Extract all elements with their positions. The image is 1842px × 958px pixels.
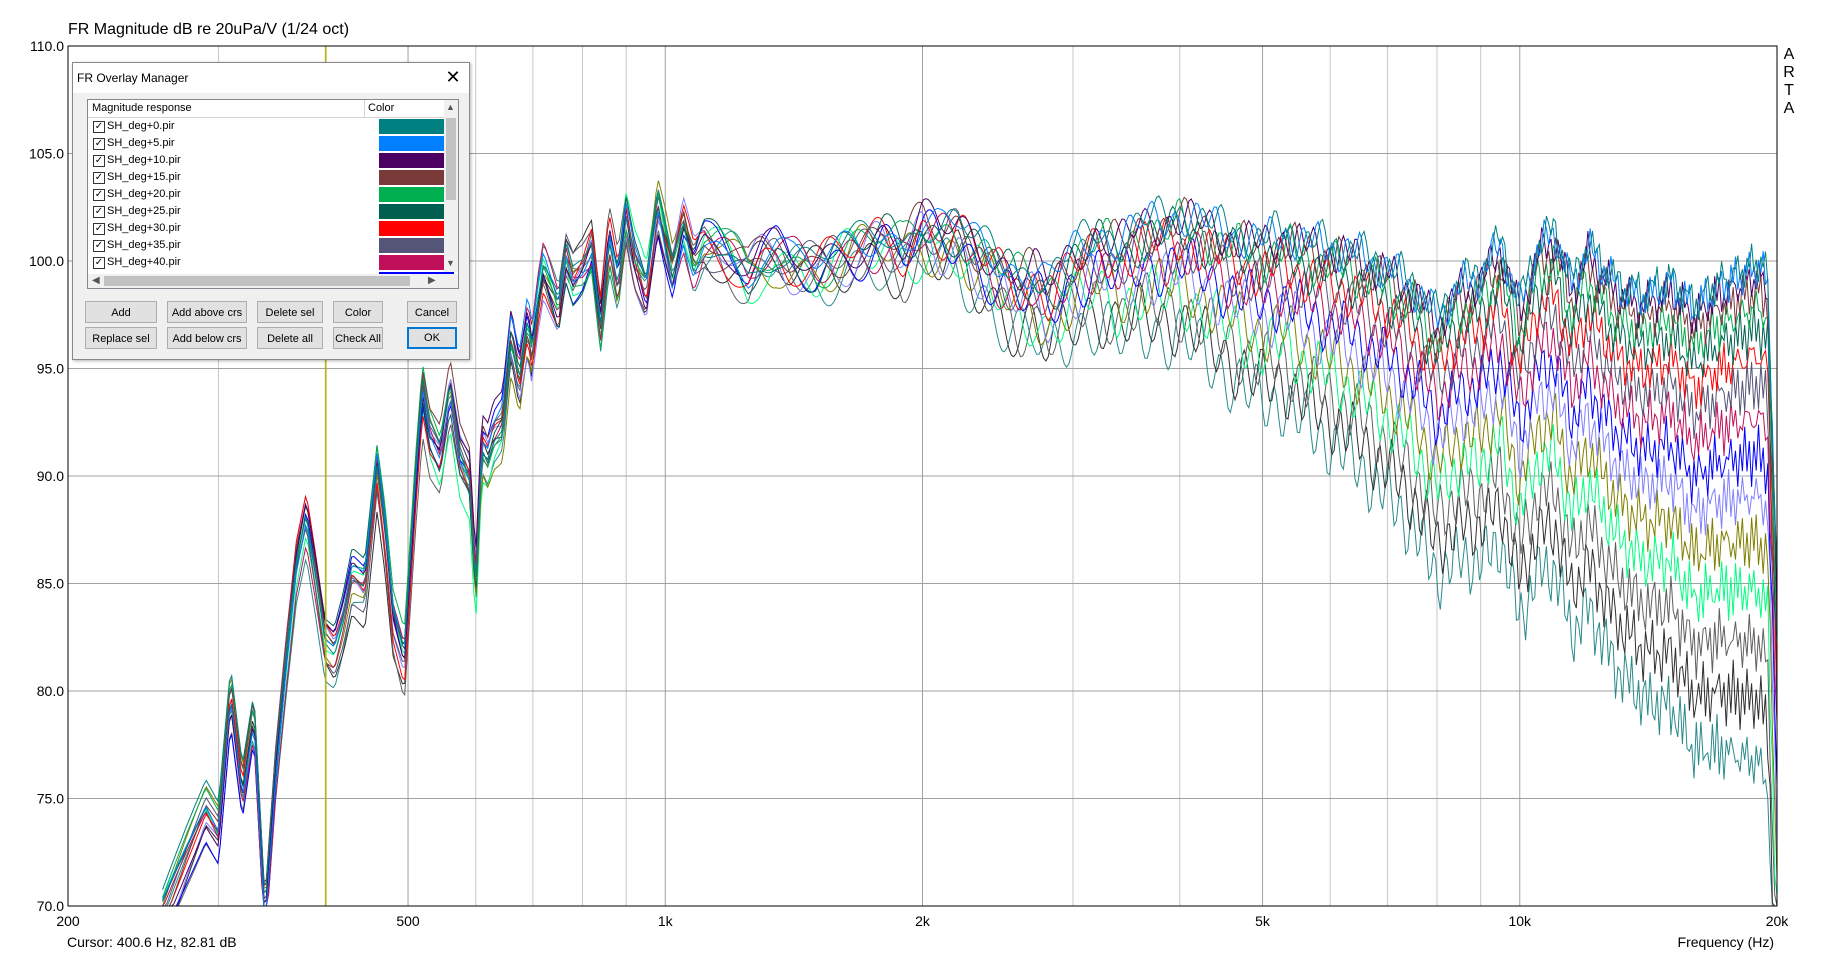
item-label: SH_deg+10.pir bbox=[107, 154, 181, 166]
y-tick-label: 100.0 bbox=[29, 253, 64, 269]
item-checkbox[interactable]: ✓ bbox=[93, 189, 105, 201]
brand-letter: A bbox=[1783, 46, 1795, 63]
y-tick-label: 80.0 bbox=[37, 683, 64, 699]
x-tick-label: 5k bbox=[1255, 913, 1271, 929]
overlay-list-item[interactable]: ✓ SH_deg+30.pir bbox=[88, 220, 454, 237]
add-below-cursor-button[interactable]: Add below crs bbox=[167, 327, 247, 349]
overlay-list-item[interactable]: ✓ SH_deg+15.pir bbox=[88, 169, 454, 186]
dialog-title-bar[interactable]: FR Overlay Manager ✕ bbox=[73, 63, 469, 93]
close-icon[interactable]: ✕ bbox=[443, 67, 463, 87]
item-checkbox[interactable]: ✓ bbox=[93, 155, 105, 167]
overlay-list-item[interactable]: ✓ SH_deg+25.pir bbox=[88, 203, 454, 220]
item-label: SH_deg+15.pir bbox=[107, 171, 181, 183]
item-label: SH_deg+5.pir bbox=[107, 137, 175, 149]
x-tick-label: 1k bbox=[658, 913, 674, 929]
scroll-right-icon[interactable]: ▶ bbox=[428, 275, 436, 286]
vertical-scrollbar[interactable]: ▲ ▼ bbox=[444, 100, 458, 272]
item-color-swatch[interactable] bbox=[379, 119, 454, 134]
delete-selected-button[interactable]: Delete sel bbox=[257, 301, 323, 323]
item-label: SH_deg+40.pir bbox=[107, 256, 181, 268]
item-checkbox[interactable]: ✓ bbox=[93, 138, 105, 150]
overlay-list-item[interactable]: ✓ SH_deg+5.pir bbox=[88, 135, 454, 152]
item-label: SH_deg+20.pir bbox=[107, 188, 181, 200]
overlay-list[interactable]: Magnitude response Color ✓ SH_deg+0.pir ✓ S… bbox=[87, 99, 459, 289]
cancel-button[interactable]: Cancel bbox=[407, 301, 457, 323]
overlay-manager-dialog[interactable]: FR Overlay Manager ✕ Magnitude response … bbox=[72, 62, 470, 360]
item-label: SH_deg+0.pir bbox=[107, 120, 175, 132]
overlay-list-item[interactable]: ✓ SH_deg+40.pir bbox=[88, 254, 454, 271]
add-button[interactable]: Add bbox=[85, 301, 157, 323]
x-tick-label: 200 bbox=[56, 913, 80, 929]
replace-selected-button[interactable]: Replace sel bbox=[85, 327, 157, 349]
brand-letter: R bbox=[1783, 64, 1795, 81]
column-header-color[interactable]: Color bbox=[368, 102, 394, 114]
brand-letter: A bbox=[1783, 100, 1795, 117]
x-axis-label: Frequency (Hz) bbox=[1677, 934, 1774, 950]
scroll-down-icon[interactable]: ▼ bbox=[446, 258, 455, 268]
ok-button[interactable]: OK bbox=[407, 327, 457, 349]
cursor-readout: Cursor: 400.6 Hz, 82.81 dB bbox=[67, 934, 237, 950]
y-tick-label: 70.0 bbox=[37, 898, 64, 914]
brand-letter: T bbox=[1784, 82, 1794, 99]
item-color-swatch[interactable] bbox=[379, 153, 454, 168]
item-label: SH_deg+35.pir bbox=[107, 239, 181, 251]
item-checkbox[interactable]: ✓ bbox=[93, 172, 105, 184]
y-tick-label: 95.0 bbox=[37, 361, 64, 377]
x-tick-label: 2k bbox=[915, 913, 931, 929]
y-tick-label: 90.0 bbox=[37, 468, 64, 484]
check-all-button[interactable]: Check All bbox=[333, 327, 383, 349]
item-label: SH_deg+30.pir bbox=[107, 222, 181, 234]
item-color-swatch[interactable] bbox=[379, 204, 454, 219]
add-above-cursor-button[interactable]: Add above crs bbox=[167, 301, 247, 323]
item-color-swatch[interactable] bbox=[379, 221, 454, 236]
item-color-swatch[interactable] bbox=[379, 255, 454, 270]
item-label: SH_deg+25.pir bbox=[107, 205, 181, 217]
y-tick-label: 105.0 bbox=[29, 146, 64, 162]
item-checkbox[interactable]: ✓ bbox=[93, 223, 105, 235]
item-color-swatch[interactable] bbox=[379, 187, 454, 202]
item-checkbox[interactable]: ✓ bbox=[93, 121, 105, 133]
x-tick-label: 20k bbox=[1766, 913, 1790, 929]
overlay-list-item[interactable]: ✓ SH_deg+20.pir bbox=[88, 186, 454, 203]
delete-all-button[interactable]: Delete all bbox=[257, 327, 323, 349]
overlay-list-item[interactable]: ✓ SH_deg+35.pir bbox=[88, 237, 454, 254]
item-color-swatch[interactable] bbox=[379, 136, 454, 151]
horizontal-scrollbar[interactable]: ◀ ▶ bbox=[88, 274, 458, 288]
overlay-list-item[interactable]: ✓ SH_deg+0.pir bbox=[88, 118, 454, 135]
overlay-list-item[interactable]: ✓ SH_deg+10.pir bbox=[88, 152, 454, 169]
item-checkbox[interactable]: ✓ bbox=[93, 240, 105, 252]
scroll-left-icon[interactable]: ◀ bbox=[92, 275, 100, 286]
x-tick-label: 500 bbox=[396, 913, 420, 929]
item-color-swatch[interactable] bbox=[379, 238, 454, 253]
list-header: Magnitude response Color bbox=[88, 100, 444, 118]
chart-title: FR Magnitude dB re 20uPa/V (1/24 oct) bbox=[68, 21, 350, 38]
vertical-scroll-thumb[interactable] bbox=[446, 118, 456, 200]
y-tick-label: 85.0 bbox=[37, 576, 64, 592]
item-color-swatch[interactable] bbox=[379, 170, 454, 185]
x-axis-ticks: 200 500 1k 2k 5k 10k 20k bbox=[56, 913, 1789, 929]
item-checkbox[interactable]: ✓ bbox=[93, 257, 105, 269]
scroll-up-icon[interactable]: ▲ bbox=[446, 102, 455, 112]
y-axis-ticks: 70.0 75.0 80.0 85.0 90.0 95.0 100.0 105.0 110.0 bbox=[29, 38, 64, 914]
y-tick-label: 75.0 bbox=[37, 791, 64, 807]
horizontal-scroll-thumb[interactable] bbox=[104, 276, 410, 286]
item-checkbox[interactable]: ✓ bbox=[93, 206, 105, 218]
color-button[interactable]: Color bbox=[333, 301, 383, 323]
dialog-title: FR Overlay Manager bbox=[77, 71, 189, 85]
arta-brand-label: A R T A bbox=[1782, 46, 1796, 118]
x-tick-label: 10k bbox=[1508, 913, 1532, 929]
y-tick-label: 110.0 bbox=[30, 38, 64, 54]
column-divider[interactable] bbox=[364, 100, 365, 117]
column-header-response[interactable]: Magnitude response bbox=[92, 102, 192, 114]
